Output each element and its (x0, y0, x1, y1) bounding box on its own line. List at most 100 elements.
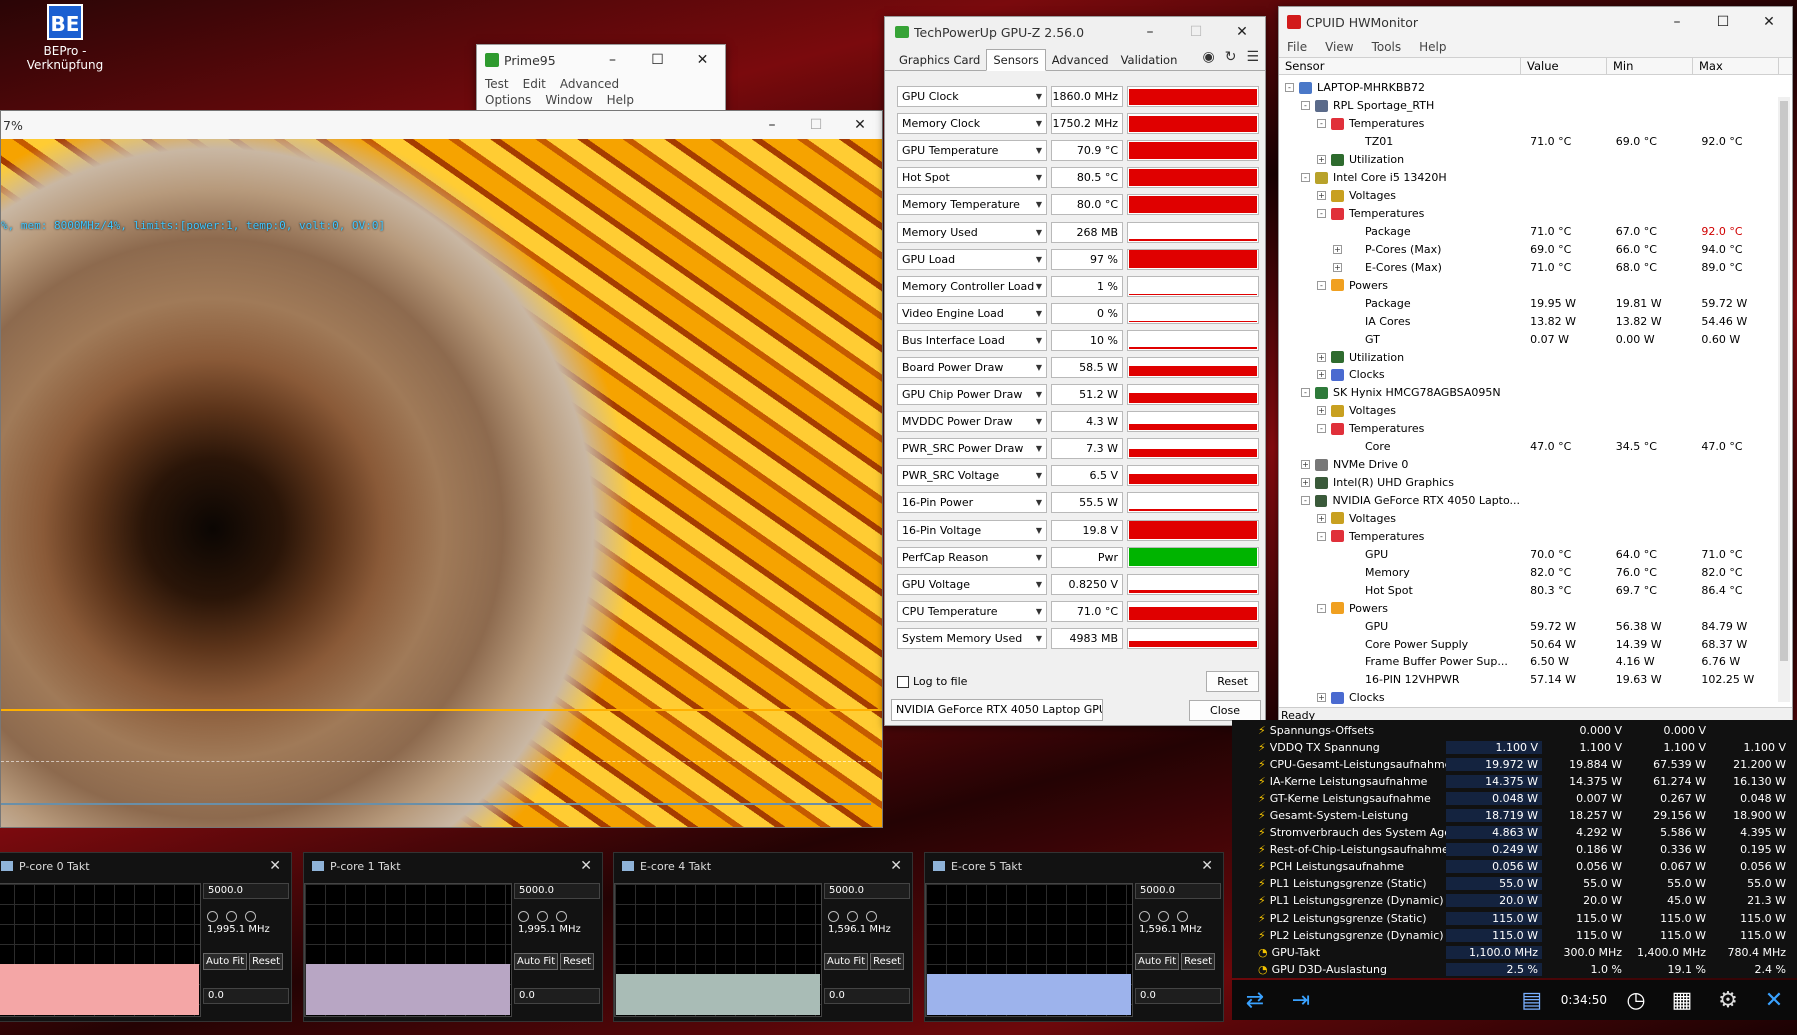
sensor-label[interactable]: GPU Clock ▼ (897, 86, 1047, 108)
tree-row[interactable]: - Powers (1279, 276, 1777, 294)
expand-toggle-icon[interactable]: + (1317, 693, 1326, 703)
tree-row[interactable]: + E-Cores (Max) 71.0 °C 68.0 °C 89.0 °C (1279, 258, 1777, 276)
column-min[interactable]: Min (1607, 58, 1693, 74)
hwinfo-row[interactable]: ⚡ VDDQ TX Spannung 1.100 V 1.100 V 1.100 V 1.… (1232, 739, 1797, 756)
reset-button[interactable]: Reset (1206, 671, 1259, 692)
menu-test[interactable]: Test (485, 77, 509, 91)
auto-fit-button[interactable]: Auto Fit (203, 953, 248, 970)
tab-validation[interactable]: Validation (1115, 50, 1184, 70)
sensor-label[interactable]: GPU Load ▼ (897, 248, 1047, 270)
tree-row[interactable]: - Temperatures (1279, 205, 1777, 223)
close-button[interactable]: ✕ (680, 45, 725, 75)
desktop-shortcut-bepro[interactable]: BE BEPro - Verknüpfung (6, 4, 124, 72)
sensor-label[interactable]: Memory Controller Load ▼ (897, 275, 1047, 297)
tree-row[interactable]: - Intel Core i5 13420H (1279, 169, 1777, 187)
dropdown-arrow-icon[interactable]: ▼ (1036, 629, 1042, 648)
gpu-select[interactable]: NVIDIA GeForce RTX 4050 Laptop GPU (891, 699, 1103, 721)
menu-help[interactable]: Help (1419, 40, 1446, 54)
close-button[interactable]: ✕ (1219, 17, 1265, 47)
tree-row[interactable]: - Temperatures (1279, 527, 1777, 545)
sensor-label[interactable]: PWR_SRC Power Draw ▼ (897, 438, 1047, 460)
expand-toggle-icon[interactable]: + (1317, 191, 1326, 201)
menu-advanced[interactable]: Advanced (560, 77, 619, 91)
tree-row[interactable]: + Intel(R) UHD Graphics (1279, 474, 1777, 492)
clock-icon[interactable]: ◷ (1617, 984, 1655, 1016)
sensor-label[interactable]: GPU Temperature ▼ (897, 140, 1047, 162)
option-radio-2[interactable] (537, 911, 548, 922)
dropdown-arrow-icon[interactable]: ▼ (1036, 412, 1042, 431)
collapse-toggle-icon[interactable]: - (1317, 531, 1326, 541)
close-button[interactable]: ✕ (838, 111, 882, 139)
tree-row[interactable]: GPU 70.0 °C 64.0 °C 71.0 °C (1279, 545, 1777, 563)
dropdown-arrow-icon[interactable]: ▼ (1036, 195, 1042, 214)
tab-advanced[interactable]: Advanced (1046, 50, 1115, 70)
tree-row[interactable]: - SK Hynix HMCG78AGBSA095N (1279, 384, 1777, 402)
collapse-toggle-icon[interactable]: - (1317, 280, 1326, 290)
auto-fit-button[interactable]: Auto Fit (1135, 953, 1180, 970)
menu-window[interactable]: Window (545, 93, 592, 107)
network-icon[interactable]: ▤ (1513, 984, 1551, 1016)
hwinfo-row[interactable]: ⚡ Stromverbrauch des System Agent 4.863 W 4… (1232, 824, 1797, 841)
option-radio-3[interactable] (866, 911, 877, 922)
collapse-toggle-icon[interactable]: - (1301, 101, 1310, 111)
option-radio-3[interactable] (1177, 911, 1188, 922)
hwinfo-row[interactable]: ⚡ CPU-Gesamt-Leistungsaufnahme 19.972 W 19.… (1232, 756, 1797, 773)
tree-row[interactable]: - NVIDIA GeForce RTX 4050 Lapto... (1279, 492, 1777, 510)
sensor-label[interactable]: 16-Pin Voltage ▼ (897, 519, 1047, 541)
tree-row[interactable]: + Voltages (1279, 402, 1777, 420)
dropdown-arrow-icon[interactable]: ▼ (1036, 331, 1042, 350)
hwmonitor-scrollbar[interactable] (1778, 97, 1790, 702)
maximize-button[interactable]: ☐ (635, 45, 680, 75)
hwinfo-row[interactable]: ⚡ IA-Kerne Leistungsaufnahme 14.375 W 14.37… (1232, 773, 1797, 790)
menu-file[interactable]: File (1287, 40, 1307, 54)
graph-min[interactable]: 0.0 (1135, 988, 1221, 1004)
reset-button[interactable]: Reset (560, 953, 595, 970)
maximize-button[interactable]: ☐ (1173, 17, 1219, 47)
menu-icon[interactable]: ☰ (1246, 49, 1259, 65)
sensor-label[interactable]: Bus Interface Load ▼ (897, 329, 1047, 351)
hwinfo-row[interactable]: ⚡ PL2 Leistungsgrenze (Static) 115.0 W 115.… (1232, 910, 1797, 927)
collapse-arrows-icon[interactable]: ⇥ (1282, 984, 1320, 1016)
tree-row[interactable]: IA Cores 13.82 W 13.82 W 54.46 W (1279, 312, 1777, 330)
tree-row[interactable]: + Clocks (1279, 366, 1777, 384)
gear-icon[interactable]: ⚙ (1709, 984, 1747, 1016)
minimize-button[interactable]: – (1654, 7, 1700, 37)
expand-toggle-icon[interactable]: + (1317, 406, 1326, 416)
dropdown-arrow-icon[interactable]: ▼ (1036, 439, 1042, 458)
close-icon[interactable]: ✕ (1201, 858, 1213, 874)
dropdown-arrow-icon[interactable]: ▼ (1036, 548, 1042, 567)
close-icon[interactable]: ✕ (1755, 984, 1793, 1016)
tree-row[interactable]: 16-PIN 12VHPWR 57.14 W 19.63 W 102.25 W (1279, 671, 1777, 689)
dropdown-arrow-icon[interactable]: ▼ (1036, 114, 1042, 133)
graph-max[interactable]: 5000.0 (203, 883, 289, 899)
tree-row[interactable]: Frame Buffer Power Sup... 6.50 W 4.16 W 6.7… (1279, 653, 1777, 671)
collapse-toggle-icon[interactable]: - (1301, 173, 1310, 183)
tree-row[interactable]: TZ01 71.0 °C 69.0 °C 92.0 °C (1279, 133, 1777, 151)
dropdown-arrow-icon[interactable]: ▼ (1036, 277, 1042, 296)
camera-icon[interactable]: ◉ (1202, 49, 1214, 65)
dropdown-arrow-icon[interactable]: ▼ (1036, 521, 1042, 540)
close-button[interactable]: ✕ (1746, 7, 1792, 37)
dropdown-arrow-icon[interactable]: ▼ (1036, 87, 1042, 106)
tree-row[interactable]: Package 71.0 °C 67.0 °C 92.0 °C (1279, 223, 1777, 241)
menu-help[interactable]: Help (607, 93, 634, 107)
sensor-label[interactable]: CPU Temperature ▼ (897, 600, 1047, 622)
expand-toggle-icon[interactable]: + (1301, 460, 1310, 470)
dropdown-arrow-icon[interactable]: ▼ (1036, 385, 1042, 404)
collapse-toggle-icon[interactable]: - (1301, 496, 1310, 506)
sensor-label[interactable]: Video Engine Load ▼ (897, 302, 1047, 324)
minimize-button[interactable]: – (590, 45, 635, 75)
menu-tools[interactable]: Tools (1372, 40, 1402, 54)
sensor-label[interactable]: PerfCap Reason ▼ (897, 546, 1047, 568)
option-radio-3[interactable] (245, 911, 256, 922)
hwinfo-row[interactable]: ⚡ GT-Kerne Leistungsaufnahme 0.048 W 0.007 … (1232, 790, 1797, 807)
option-radio-1[interactable] (828, 911, 839, 922)
maximize-button[interactable]: ☐ (794, 111, 838, 139)
collapse-toggle-icon[interactable]: - (1317, 209, 1326, 219)
log-to-file-checkbox[interactable] (897, 675, 909, 688)
expand-toggle-icon[interactable]: + (1317, 155, 1326, 165)
reset-button[interactable]: Reset (870, 953, 905, 970)
sensor-label[interactable]: MVDDC Power Draw ▼ (897, 411, 1047, 433)
option-radio-1[interactable] (1139, 911, 1150, 922)
tree-row[interactable]: + Voltages (1279, 187, 1777, 205)
